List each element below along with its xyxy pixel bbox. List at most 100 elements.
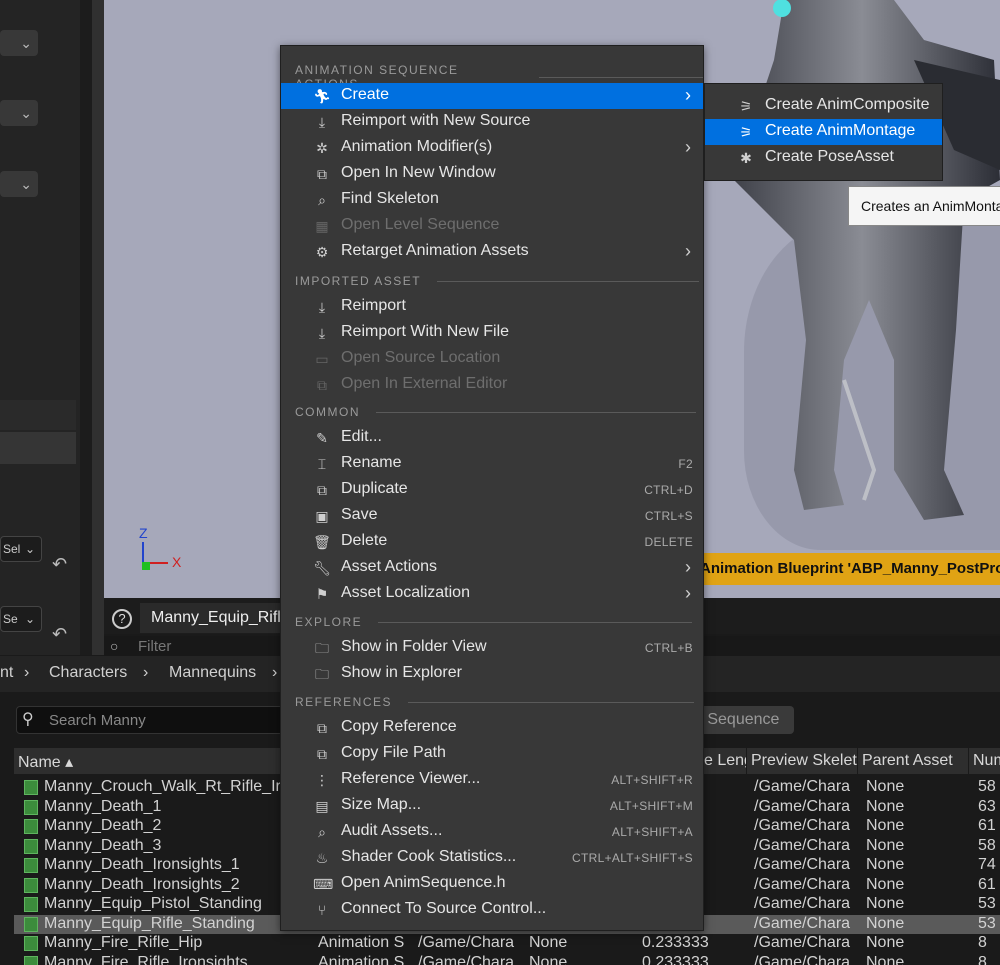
- undo-arrow-icon[interactable]: ↶: [52, 624, 67, 645]
- pose-icon: ✱: [740, 150, 752, 166]
- menu-item-retarget[interactable]: ⚙ Retarget Animation Assets ›: [281, 239, 703, 265]
- chevron-down-icon: ⌄: [20, 34, 32, 51]
- asset-tab[interactable]: Manny_Equip_Rifle_Standing: [140, 603, 290, 633]
- menu-item-open-header[interactable]: ⌨ Open AnimSequence.h: [281, 871, 703, 897]
- open-window-icon: ⧉: [317, 166, 327, 182]
- menu-item-label: Create: [341, 86, 390, 103]
- menu-item-reimport-new-file[interactable]: ⤓ Reimport With New File: [281, 320, 703, 346]
- menu-item-find-skeleton[interactable]: ⌕ Find Skeleton: [281, 187, 703, 213]
- composite-icon: ⚞: [739, 98, 753, 114]
- menu-item-label: Duplicate: [341, 480, 408, 497]
- run-icon: 🏃︎: [313, 88, 331, 104]
- asset-name: Manny_Death_3: [44, 836, 162, 854]
- submenu-item-create-poseasset[interactable]: ✱ Create PoseAsset: [705, 145, 942, 171]
- property-dropdown-2[interactable]: ⌄: [0, 100, 38, 126]
- folder-search-icon: 🗀︎: [315, 640, 329, 656]
- modifier-icon: ✲: [316, 140, 328, 156]
- panel-splitter[interactable]: [80, 0, 92, 655]
- menu-item-create[interactable]: 🏃︎ Create ›: [281, 83, 703, 109]
- parent-asset: None: [866, 817, 905, 834]
- chevron-right-icon: ›: [685, 241, 691, 261]
- menu-item-label: Reference Viewer...: [341, 770, 481, 787]
- asset-num: 58: [978, 836, 996, 854]
- column-header-preview-skeleton[interactable]: Preview Skelet: [747, 748, 857, 774]
- menu-item-copy-reference[interactable]: ⧉ Copy Reference: [281, 715, 703, 741]
- filter-chip[interactable]: n Sequence: [690, 706, 794, 734]
- animation-asset-icon: [24, 877, 38, 893]
- property-dropdown-3[interactable]: ⌄: [0, 171, 38, 197]
- breadcrumb-item[interactable]: nt: [0, 664, 13, 682]
- breadcrumb-item[interactable]: Mannequins: [169, 664, 256, 682]
- menu-item-size-map[interactable]: ▤ Size Map... ALT+SHIFT+M: [281, 793, 703, 819]
- submenu-item-create-animcomposite[interactable]: ⚞ Create AnimComposite: [705, 93, 942, 119]
- parent-asset: None: [866, 934, 905, 951]
- menu-item-show-folder-view[interactable]: 🗀︎ Show in Folder View CTRL+B: [281, 635, 703, 661]
- shortcut-label: CTRL+B: [644, 641, 693, 655]
- asset-path: /Game/Chara: [418, 934, 515, 951]
- menu-item-asset-actions[interactable]: 🔧︎ Asset Actions ›: [281, 555, 703, 581]
- rename-icon: ⌶: [317, 456, 327, 472]
- menu-item-label: Reimport: [341, 297, 406, 314]
- menu-item-reimport[interactable]: ⤓ Reimport: [281, 294, 703, 320]
- duplicate-icon: ⧉: [317, 482, 327, 498]
- audit-icon: ⌕: [318, 824, 326, 840]
- copy-icon: ⧉: [317, 746, 327, 762]
- menu-item-copy-file-path[interactable]: ⧉ Copy File Path: [281, 741, 703, 767]
- table-row[interactable]: Manny_Fire_Rifle_Hip Animation S/Game/Cha…: [14, 934, 1000, 954]
- menu-item-open-new-window[interactable]: ⧉ Open In New Window: [281, 161, 703, 187]
- parent-asset: None: [866, 836, 905, 854]
- undo-arrow-icon[interactable]: ↶: [52, 554, 67, 575]
- help-icon[interactable]: ?: [112, 609, 132, 629]
- menu-item-reference-viewer[interactable]: ⋮ Reference Viewer... ALT+SHIFT+R: [281, 767, 703, 793]
- table-row[interactable]: Manny_Fire_Rifle_Ironsights Animation S/G…: [14, 954, 1000, 965]
- menu-item-audit-assets[interactable]: ⌕ Audit Assets... ALT+SHIFT+A: [281, 819, 703, 845]
- sizemap-icon: ▤: [315, 798, 329, 814]
- menu-item-duplicate[interactable]: ⧉ Duplicate CTRL+D: [281, 477, 703, 503]
- asset-num: 58: [978, 778, 996, 795]
- shortcut-label: CTRL+D: [644, 483, 693, 497]
- asset-num: 63: [978, 797, 996, 815]
- chevron-right-icon: ›: [143, 664, 149, 681]
- menu-item-show-explorer[interactable]: 🗀︎ Show in Explorer: [281, 661, 703, 687]
- column-header-name[interactable]: Name ▴: [14, 748, 280, 774]
- tooltip: Creates an AnimMontage: [848, 186, 1000, 226]
- column-header-num[interactable]: Num: [969, 748, 1000, 774]
- parent-asset: None: [866, 914, 905, 932]
- menu-item-delete[interactable]: 🗑︎ Delete DELETE: [281, 529, 703, 555]
- asset-num: 53: [978, 914, 996, 932]
- submenu-item-create-animmontage[interactable]: ⚞ Create AnimMontage: [705, 119, 942, 145]
- preview-skeleton: /Game/Chara: [754, 817, 851, 834]
- property-dropdown-1[interactable]: ⌄: [0, 30, 38, 56]
- montage-icon: ⚞: [739, 124, 753, 140]
- breadcrumb-item[interactable]: Characters: [49, 664, 127, 682]
- menu-item-connect-source-control[interactable]: ⑂ Connect To Source Control...: [281, 897, 703, 923]
- menu-item-reimport-new-source[interactable]: ⤓ Reimport with New Source: [281, 109, 703, 135]
- chevron-right-icon: ›: [24, 664, 30, 681]
- menu-item-label: Audit Assets...: [341, 822, 443, 839]
- menu-item-animation-modifiers[interactable]: ✲ Animation Modifier(s) ›: [281, 135, 703, 161]
- menu-item-label: Open In External Editor: [341, 375, 508, 392]
- menu-item-shader-cook[interactable]: ♨ Shader Cook Statistics... CTRL+ALT+SHIFT…: [281, 845, 703, 871]
- reimport-icon: ⤓: [318, 114, 326, 130]
- column-header-parent-asset[interactable]: Parent Asset: [858, 748, 968, 774]
- reimport-icon: ⤓: [318, 299, 326, 315]
- menu-item-open-external-editor: ⧉ Open In External Editor: [281, 372, 703, 398]
- select-dropdown-1[interactable]: Sel ⌄: [0, 536, 42, 562]
- asset-name: Manny_Death_Ironsights_1: [44, 856, 240, 873]
- wrench-icon: 🔧︎: [313, 560, 331, 576]
- menu-item-label: Asset Actions: [341, 558, 438, 575]
- asset-name: Manny_Death_1: [44, 797, 162, 815]
- menu-item-rename[interactable]: ⌶ Rename F2: [281, 451, 703, 477]
- select-dropdown-2[interactable]: Se ⌄: [0, 606, 42, 632]
- menu-item-save[interactable]: ▣ Save CTRL+S: [281, 503, 703, 529]
- property-row: [0, 432, 76, 464]
- search-input[interactable]: Search Manny: [16, 706, 286, 734]
- filter-input[interactable]: Filter: [138, 638, 171, 655]
- asset-num: 8: [978, 934, 987, 951]
- column-header-length[interactable]: e Leng: [704, 748, 746, 774]
- menu-item-asset-localization[interactable]: ⚑ Asset Localization ›: [281, 581, 703, 607]
- asset-num: 74: [978, 856, 996, 873]
- trash-icon: 🗑︎: [313, 534, 331, 550]
- menu-item-edit[interactable]: ✎ Edit...: [281, 425, 703, 451]
- preview-skeleton: /Game/Chara: [754, 778, 851, 795]
